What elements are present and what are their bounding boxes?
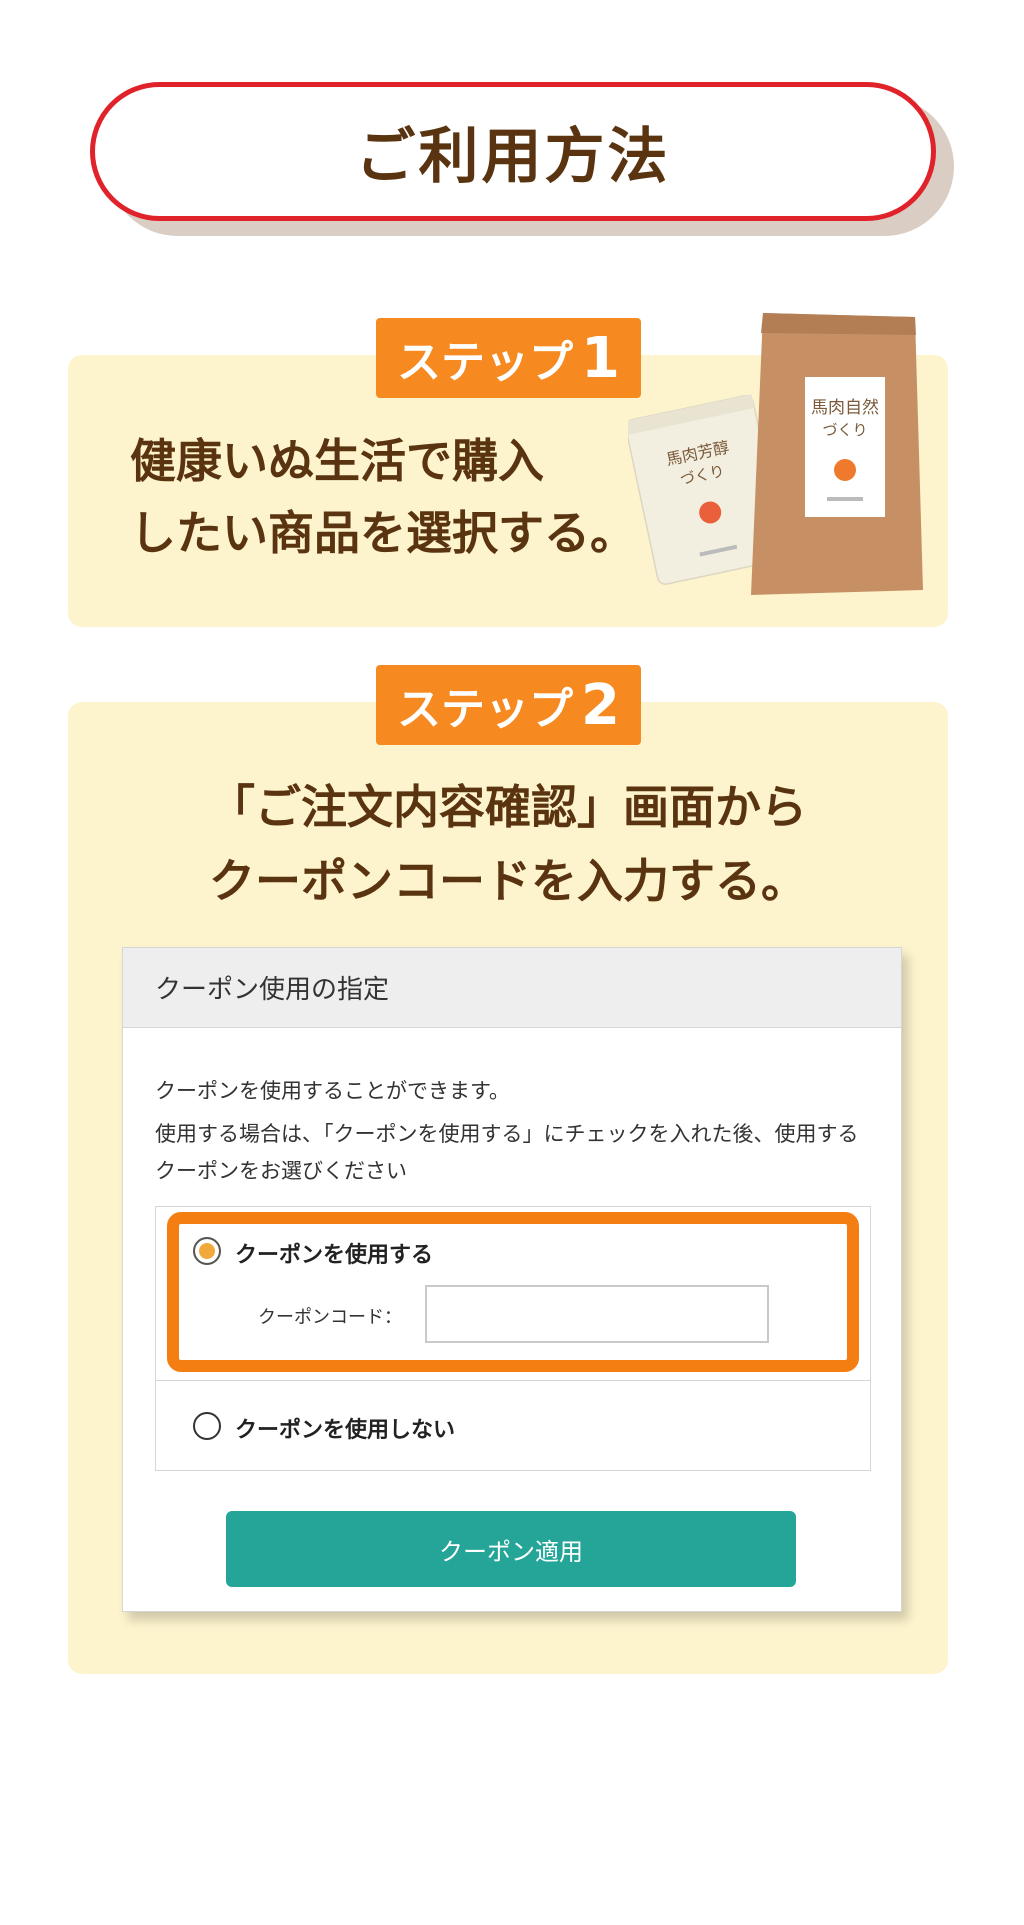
no-coupon-radio[interactable] — [193, 1412, 221, 1440]
coupon-code-input[interactable] — [425, 1285, 769, 1343]
step2-line2: クーポンコードを入力する。 — [209, 854, 807, 908]
step1-badge: ステップ 1 — [376, 318, 641, 398]
page-title-box: ご利用方法 — [90, 82, 936, 221]
coupon-instructions: 使用する場合は、「クーポンを使用する」にチェックを入れた後、使用するクーポンをお… — [155, 1122, 859, 1183]
step2-instruction: 「ご注文内容確認」画面から クーポンコードを入力する。 — [68, 770, 948, 918]
coupon-description: クーポンを使用することができます。 — [155, 1079, 510, 1103]
step1-line1: 健康いぬ生活で購入 — [130, 434, 544, 488]
step1-badge-number: 1 — [581, 325, 620, 391]
page-title: ご利用方法 — [355, 122, 671, 192]
step2-badge-number: 2 — [581, 672, 620, 738]
use-coupon-label[interactable]: クーポンを使用する — [235, 1237, 433, 1269]
step1-line2: したい商品を選択する。 — [130, 506, 636, 560]
step2-line1: 「ご注文内容確認」画面から — [209, 780, 807, 834]
no-coupon-label[interactable]: クーポンを使用しない — [235, 1412, 455, 1444]
coupon-code-label: クーポンコード： — [258, 1307, 402, 1328]
step2-badge: ステップ 2 — [376, 665, 641, 745]
coupon-card: クーポン使用の指定 クーポンを使用することができます。 使用する場合は、「クーポ… — [122, 947, 902, 1612]
svg-text:馬肉自然: 馬肉自然 — [811, 398, 879, 418]
step2-badge-label: ステップ — [397, 684, 574, 735]
step1-badge-label: ステップ — [397, 337, 574, 388]
svg-text:づくり: づくり — [822, 421, 867, 439]
options-divider — [156, 1380, 870, 1381]
coupon-card-header: クーポン使用の指定 — [123, 948, 901, 1028]
use-coupon-radio[interactable] — [193, 1237, 221, 1265]
step1-instruction: 健康いぬ生活で購入 したい商品を選択する。 — [130, 425, 670, 569]
apply-coupon-button[interactable]: クーポン適用 — [226, 1511, 796, 1587]
product-bag-natural: 馬肉自然 づくり — [751, 313, 923, 595]
